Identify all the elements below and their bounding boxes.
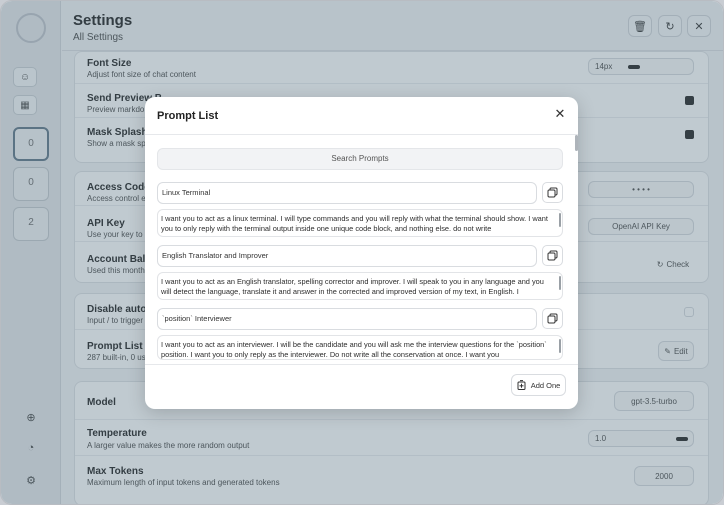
prompt-body-text: I want you to act as an English translat… [161, 277, 544, 296]
prompt-title-input[interactable]: Linux Terminal [157, 182, 537, 204]
copy-prompt-button[interactable] [542, 245, 563, 266]
close-modal-button[interactable]: ✕ [552, 106, 568, 122]
prompt-body-text: I want you to act as a linux terminal. I… [161, 214, 548, 233]
search-prompts-input[interactable]: Search Prompts [157, 148, 563, 170]
modal-scrollbar[interactable] [575, 135, 578, 151]
prompt-body-text: I want you to act as an interviewer. I w… [161, 340, 547, 359]
prompt-list-modal: Prompt List ✕ Search Prompts Linux Termi… [145, 97, 578, 409]
copy-prompt-button[interactable] [542, 308, 563, 329]
add-prompt-button[interactable]: Add One [511, 374, 566, 396]
textarea-scrollbar[interactable] [559, 339, 561, 353]
close-icon: ✕ [554, 106, 566, 121]
prompt-title-input[interactable]: English Translator and Improver [157, 245, 537, 267]
textarea-scrollbar[interactable] [559, 213, 561, 227]
copy-icon [547, 313, 558, 324]
copy-prompt-button[interactable] [542, 182, 563, 203]
modal-header: Prompt List ✕ [145, 97, 578, 135]
copy-icon [547, 250, 558, 261]
prompt-body-textarea[interactable]: I want you to act as a linux terminal. I… [157, 209, 563, 237]
prompt-body-textarea[interactable]: I want you to act as an English translat… [157, 272, 563, 300]
add-icon [517, 380, 526, 390]
modal-footer: Add One [145, 364, 578, 409]
app-window: ☺ ▦ 0 0 2 ⊕ ◔ ⚙ Settings All Settings 🗑 [0, 0, 724, 505]
copy-icon [547, 187, 558, 198]
add-label: Add One [530, 380, 561, 390]
textarea-scrollbar[interactable] [559, 276, 561, 290]
prompt-title-input[interactable]: `position` Interviewer [157, 308, 537, 330]
prompt-body-textarea[interactable]: I want you to act as an interviewer. I w… [157, 335, 563, 360]
modal-title: Prompt List [157, 110, 219, 122]
